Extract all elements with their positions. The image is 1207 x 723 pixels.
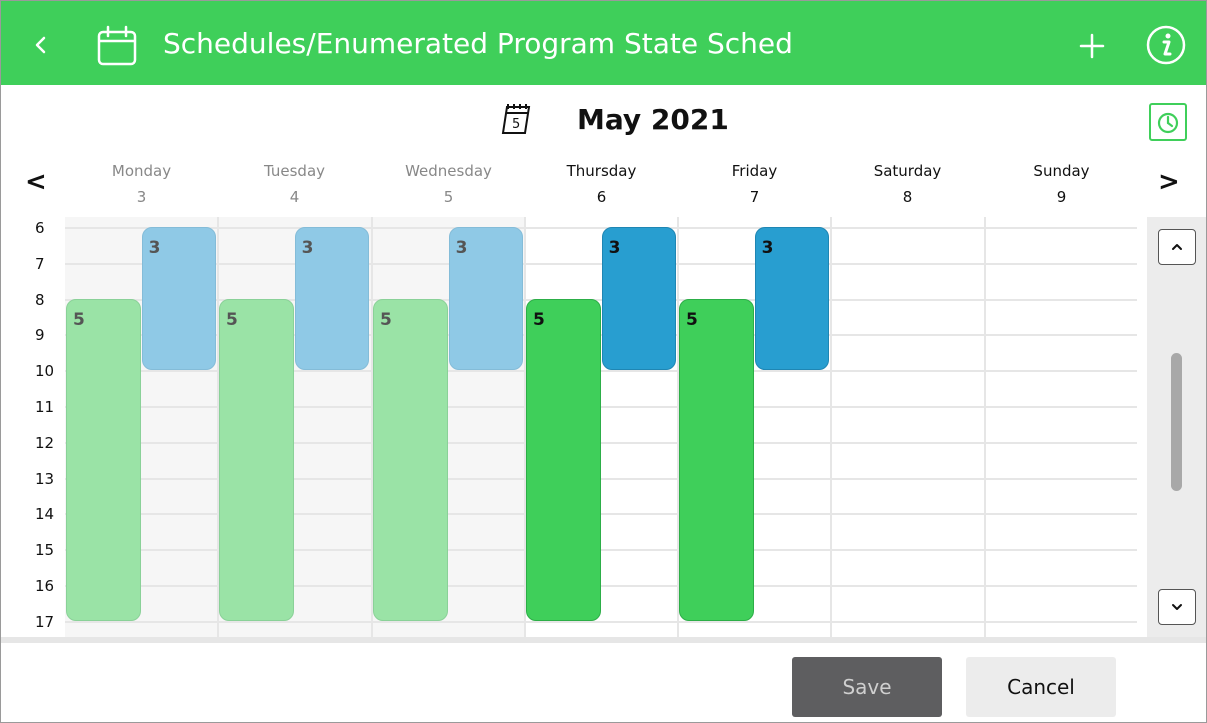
day-header-thursday: Thursday 6 xyxy=(525,161,678,208)
schedule-event-blue[interactable]: 3 xyxy=(601,227,677,371)
prev-week-button[interactable]: < xyxy=(25,167,47,197)
hour-label: 14 xyxy=(35,505,55,524)
schedule-event-blue[interactable]: 3 xyxy=(141,227,217,371)
hour-label: 11 xyxy=(35,398,55,416)
chevron-up-icon xyxy=(1172,244,1182,250)
event-value: 5 xyxy=(686,309,698,330)
event-value: 5 xyxy=(533,309,545,330)
hour-label: 9 xyxy=(35,326,45,345)
calendar-icon xyxy=(96,25,138,67)
next-week-button[interactable]: > xyxy=(1158,167,1180,197)
day-name: Tuesday xyxy=(263,162,326,180)
day-number: 9 xyxy=(1056,188,1067,206)
hour-label: 15 xyxy=(35,541,55,560)
day-name: Monday xyxy=(111,162,172,180)
event-value: 3 xyxy=(608,238,621,258)
hour-label: 6 xyxy=(35,219,45,237)
day-name: Thursday xyxy=(566,162,637,180)
add-button[interactable] xyxy=(1073,27,1111,65)
clock-button[interactable] xyxy=(1149,103,1187,141)
schedule-event-green[interactable]: 5 xyxy=(373,298,448,621)
day-number: 3 xyxy=(136,188,147,206)
back-button[interactable] xyxy=(23,27,59,63)
hour-label: 8 xyxy=(35,290,45,309)
event-value: 5 xyxy=(73,309,85,330)
schedule-event-green[interactable]: 5 xyxy=(679,298,754,621)
schedule-event-blue[interactable]: 3 xyxy=(754,227,830,371)
day-divider xyxy=(984,217,986,637)
scroll-thumb[interactable] xyxy=(1171,353,1182,491)
event-value: 5 xyxy=(380,309,392,330)
event-value: 5 xyxy=(226,309,238,330)
day-name: Saturday xyxy=(873,162,942,180)
schedule-grid[interactable]: 5 3 5 3 5 3 5 3 5 3 xyxy=(65,217,1137,637)
hour-label: 7 xyxy=(35,254,45,273)
plus-icon xyxy=(1079,33,1105,59)
day-header-friday: Friday 7 xyxy=(678,161,831,208)
day-name: Sunday xyxy=(1033,162,1090,180)
info-icon xyxy=(1146,25,1186,65)
schedule-event-blue[interactable]: 3 xyxy=(294,227,370,371)
chevron-down-icon xyxy=(1172,604,1182,610)
scroll-up-button[interactable] xyxy=(1158,229,1196,265)
chevron-left-icon xyxy=(35,36,46,54)
hour-label: 17 xyxy=(35,612,55,631)
day-header-tuesday: Tuesday 4 xyxy=(218,161,371,208)
svg-text:5: 5 xyxy=(512,117,520,132)
cancel-button[interactable]: Cancel xyxy=(966,657,1116,717)
day-divider xyxy=(830,217,832,637)
save-button[interactable]: Save xyxy=(792,657,942,717)
day-header-saturday: Saturday 8 xyxy=(831,161,984,208)
day-name: Friday xyxy=(731,162,778,180)
header-bar: Schedules/Enumerated Program State Sched xyxy=(1,1,1206,85)
day-header-monday: Monday 3 xyxy=(65,161,218,208)
hour-gridline xyxy=(65,620,1137,623)
event-value: 3 xyxy=(148,238,161,258)
day-number: 6 xyxy=(596,188,607,206)
event-value: 3 xyxy=(761,238,774,258)
day-number: 5 xyxy=(443,188,454,206)
schedule-event-blue[interactable]: 3 xyxy=(448,227,524,371)
day-number: 7 xyxy=(749,188,760,206)
day-number: 8 xyxy=(902,188,913,206)
scrollbar[interactable] xyxy=(1147,217,1206,637)
calendar-page-icon: 5 xyxy=(498,101,534,137)
hour-label: 16 xyxy=(35,577,55,595)
day-number: 4 xyxy=(289,188,300,206)
hour-label: 13 xyxy=(35,469,55,488)
hour-label: 12 xyxy=(35,433,55,452)
schedule-event-green[interactable]: 5 xyxy=(66,298,141,621)
month-label: May 2021 xyxy=(577,103,729,136)
hour-label: 10 xyxy=(35,362,55,381)
schedule-event-green[interactable]: 5 xyxy=(219,298,294,621)
day-header-sunday: Sunday 9 xyxy=(985,161,1138,208)
divider xyxy=(1,637,1206,643)
schedule-window: Schedules/Enumerated Program State Sched… xyxy=(0,0,1207,723)
page-title: Schedules/Enumerated Program State Sched xyxy=(163,27,793,60)
day-header-wednesday: Wednesday 5 xyxy=(372,161,525,208)
event-value: 3 xyxy=(301,238,314,258)
event-value: 3 xyxy=(455,238,468,258)
clock-icon xyxy=(1157,112,1179,134)
schedule-event-green[interactable]: 5 xyxy=(526,298,601,621)
scroll-down-button[interactable] xyxy=(1158,589,1196,625)
hour-gridline xyxy=(65,227,1137,229)
day-name: Wednesday xyxy=(405,162,492,180)
info-button[interactable] xyxy=(1144,23,1188,67)
